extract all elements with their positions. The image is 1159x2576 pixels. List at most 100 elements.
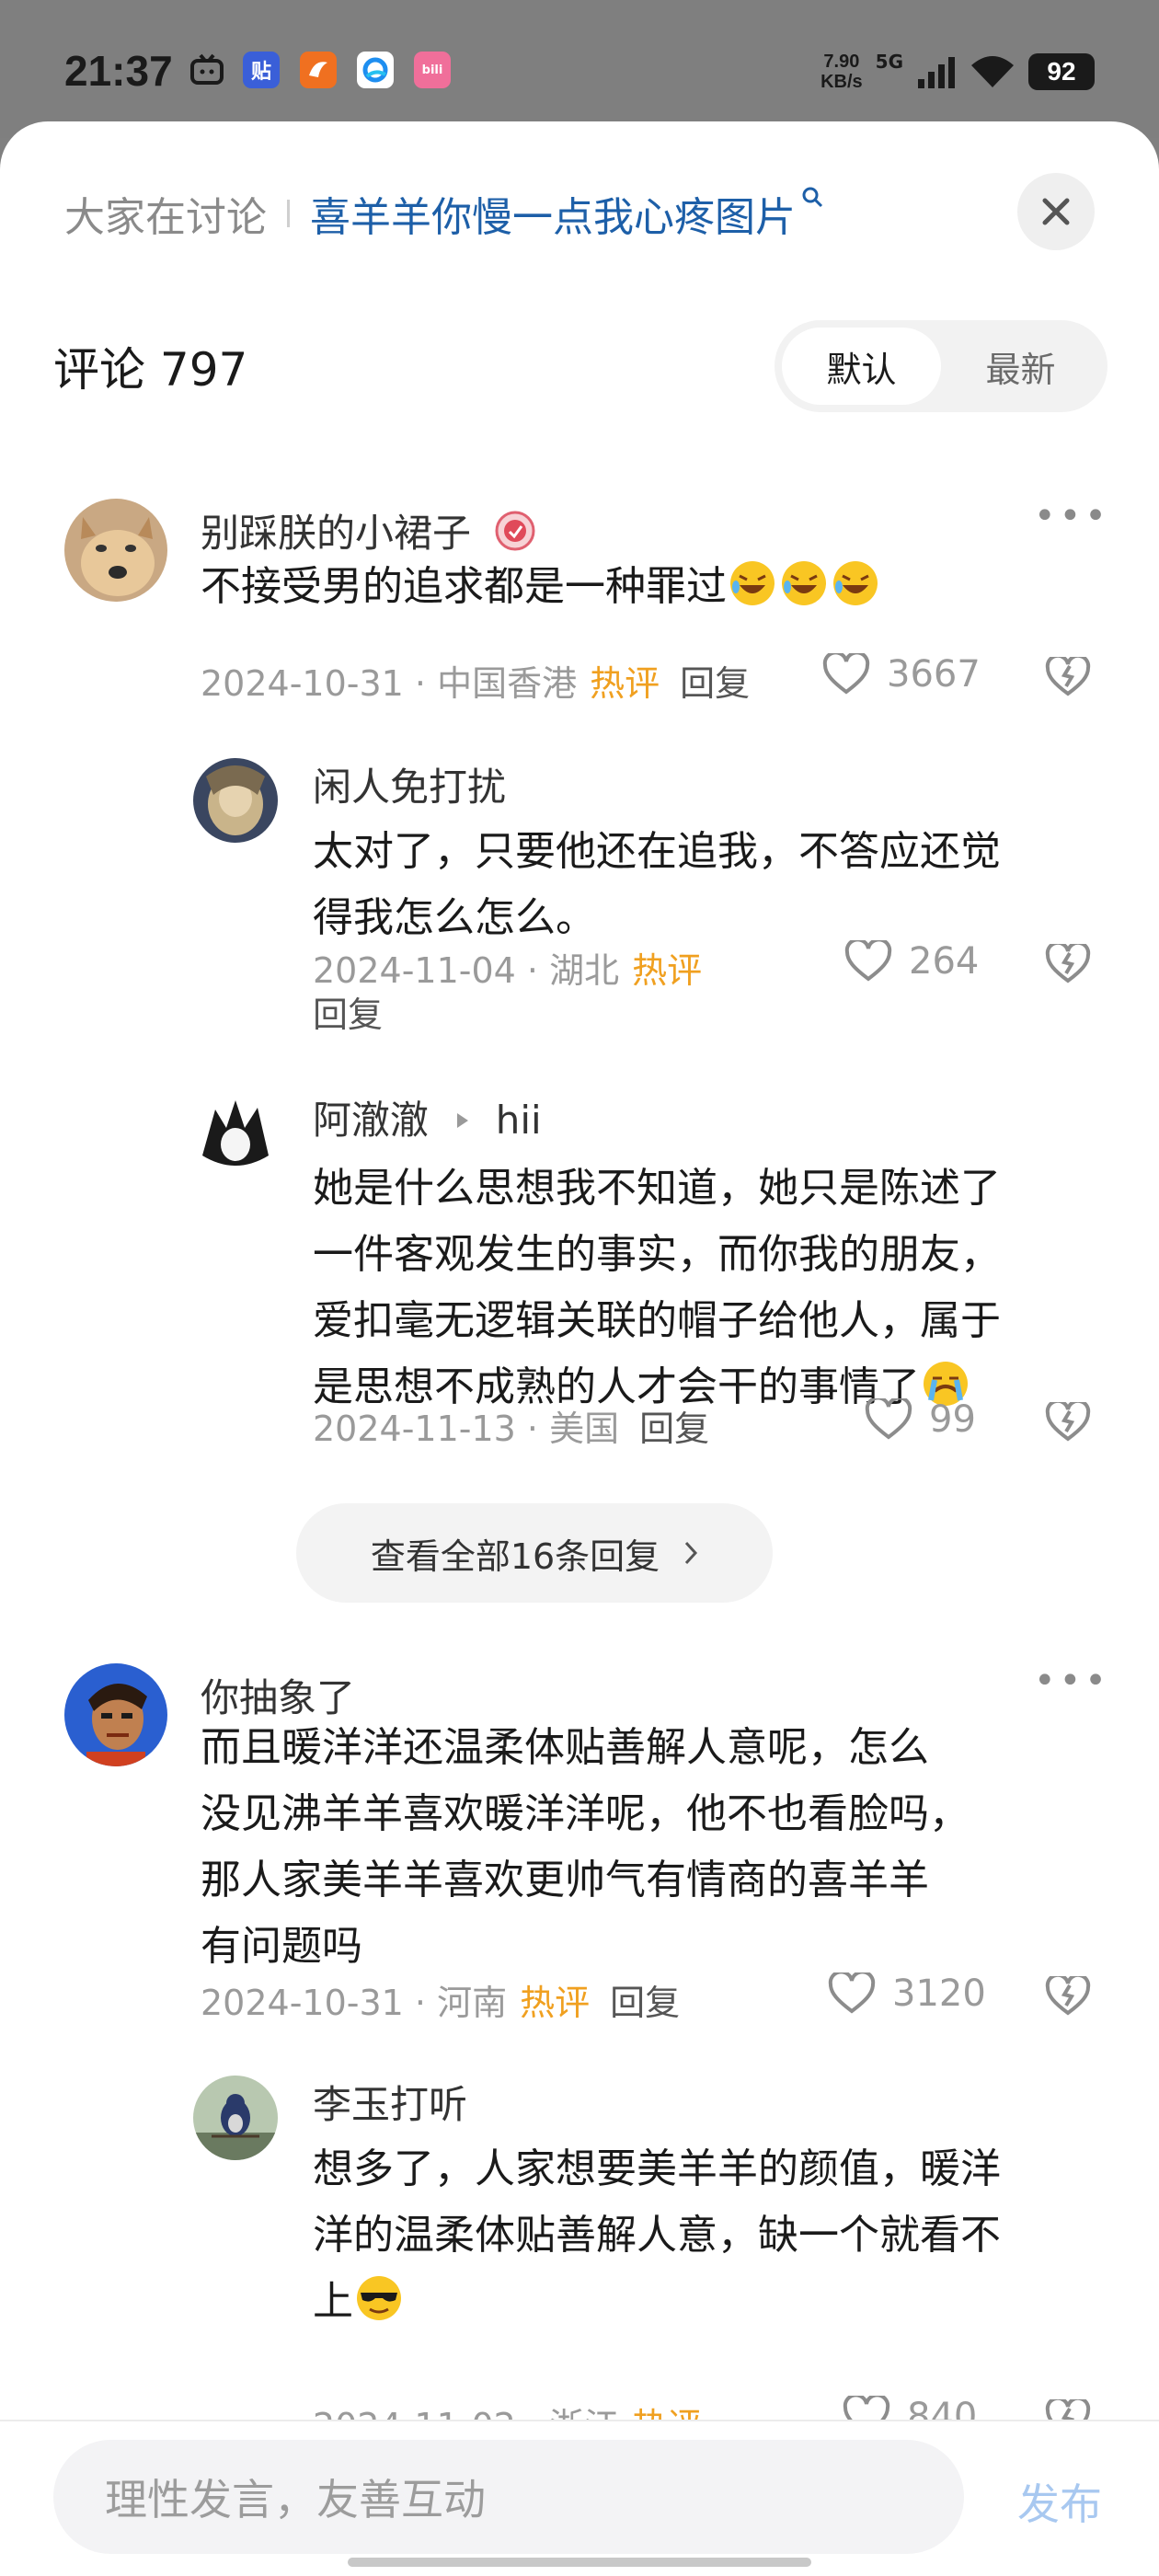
hot-badge: 热评 [520,1983,591,2023]
reply-button[interactable]: 回复 [680,663,750,704]
dislike-button[interactable] [1045,1398,1091,1446]
comment-meta: 2024-10-31 · 中国香港 热评 回复 [201,663,751,704]
comment-meta: 2024-11-04 · 湖北 热评 [313,950,703,991]
comment-text-content: 不接受男的追求都是一种罪过 [201,563,727,610]
sort-latest-tab[interactable]: 最新 [941,328,1100,405]
comment-line: 想多了，人家想要美羊羊的颜值，暖洋 [313,2145,1001,2192]
comment-line: 洋的温柔体贴善解人意，缺一个就看不 [313,2212,1001,2259]
tv-icon [188,52,226,88]
comment-date: 2024-10-31 [201,663,404,704]
status-time: 21:37 [64,47,173,95]
username[interactable]: 别踩朕的小裙子 [201,502,536,561]
comment-location: 美国 [549,1409,620,1449]
sort-default-tab[interactable]: 默认 [782,328,941,405]
dislike-button[interactable] [1045,1972,1091,2020]
comment-location: 河南 [437,1983,508,2023]
comment-text: 想多了，人家想要美羊羊的颜值，暖洋 洋的温柔体贴善解人意，缺一个就看不 上 [313,2136,1001,2335]
wifi-icon [971,56,1014,87]
comment-text: 不接受男的追求都是一种罪过 [201,554,881,620]
comment-line: 有问题吗 [201,1923,362,1970]
broken-heart-icon [1045,940,1091,983]
net-speed-unit: KB/s [820,72,863,92]
net-speed-value: 7.90 [823,52,860,72]
heart-icon [822,653,870,695]
avatar[interactable] [64,499,167,602]
topic-link[interactable]: 喜羊羊你慢一点我心疼图片 [310,184,796,243]
comments-count-title: 评论 797 [53,343,248,397]
broken-heart-icon [1045,1398,1091,1442]
laughing-emoji-icon [833,561,878,605]
like-count: 3120 [892,1972,986,2015]
publish-button[interactable]: 发布 [1017,2471,1102,2532]
status-bar: 21:37 贴 bili 7.90 KB/s 5G 92 [0,0,1159,138]
like-button[interactable]: 3667 [822,653,981,696]
like-count: 3667 [887,653,981,696]
more-options-icon[interactable]: ••• [1034,1660,1110,1702]
comment-meta: 2024-10-31 · 河南 热评 回复 [201,1983,681,2023]
reply-arrow-icon [455,1094,470,1139]
comment-input[interactable]: 理性发言，友善互动 [53,2440,964,2554]
hot-badge: 热评 [632,950,703,991]
search-icon[interactable] [801,186,823,213]
reply-button[interactable]: 回复 [313,995,383,1035]
topic-divider [287,200,290,227]
dislike-button[interactable] [1045,653,1091,701]
comment-meta: 2024-11-13 · 美国 回复 [313,1409,710,1449]
comment-line: 那人家美羊羊喜欢更帅气有情商的喜羊羊 [201,1857,929,1903]
avatar[interactable] [193,1091,278,1176]
comment-line: 没见沸羊羊喜欢暖洋洋呢，他不也看脸吗， [201,1790,970,1837]
comment-date: 2024-11-13 [313,1409,516,1449]
app-orange-icon [300,52,337,88]
battery-indicator: 92 [1028,53,1095,90]
comment-line: 而且暖洋洋还温柔体贴善解人意呢，怎么 [201,1724,929,1771]
reply-button[interactable]: 回复 [610,1983,680,2023]
comment-line-text: 上 [313,2278,353,2325]
like-count: 264 [909,940,980,983]
comment-date: 2024-11-04 [313,950,516,991]
comment-location: 湖北 [549,950,620,991]
net-speed: 7.90 KB/s [820,52,863,92]
username[interactable]: 李玉打听 [313,2074,467,2130]
view-all-replies-button[interactable]: 查看全部16条回复 [296,1503,773,1603]
chevron-right-icon [685,1541,698,1565]
signal-icon [918,57,955,88]
comment-date: 2024-10-31 [201,1983,404,2023]
heart-icon [865,1398,912,1440]
comment-line: 上 [313,2269,1001,2335]
username[interactable]: 阿澈澈 hii [313,1089,542,1145]
dislike-button[interactable] [1045,940,1091,988]
like-button[interactable]: 264 [844,940,979,983]
reply-row: 回复 [313,986,383,1037]
sort-toggle: 默认 最新 [775,320,1107,412]
comment-line: 爱扣毫无逻辑关联的帽子给他人，属于 [313,1297,1001,1344]
broken-heart-icon [1045,653,1091,696]
reply-target-user[interactable]: hii [496,1098,542,1143]
avatar[interactable] [193,2076,278,2160]
comment-location: 中国香港 [437,663,578,704]
topic-prefix: 大家在讨论 [64,194,267,241]
username-text: 阿澈澈 [313,1098,430,1143]
heart-icon [828,1972,876,2014]
laughing-emoji-icon [782,561,826,605]
qq-browser-icon [357,52,394,88]
laughing-emoji-icon [730,561,775,605]
username-text: 别踩朕的小裙子 [201,511,472,556]
broken-heart-icon [1045,1972,1091,2016]
comment-line: 一件客观发生的事实，而你我的朋友， [313,1231,1001,1278]
hot-badge: 热评 [590,663,660,704]
close-button[interactable] [1017,173,1095,250]
status-indicators: 7.90 KB/s 5G 92 [820,46,1095,98]
bilibili-icon: bili [414,52,451,88]
topic-header: 大家在讨论 喜羊羊你慢一点我心疼图片 [64,177,823,250]
comment-text: 而且暖洋洋还温柔体贴善解人意呢，怎么 没见沸羊羊喜欢暖洋洋呢，他不也看脸吗， 那… [201,1715,970,1980]
heart-icon [844,940,892,982]
avatar[interactable] [64,1663,167,1766]
username[interactable]: 闲人免打扰 [313,756,506,812]
reply-button[interactable]: 回复 [639,1409,709,1449]
avatar[interactable] [193,758,278,843]
home-indicator[interactable] [348,2558,811,2567]
like-button[interactable]: 99 [865,1398,976,1441]
close-icon [1042,198,1070,225]
like-button[interactable]: 3120 [828,1972,986,2015]
more-options-icon[interactable]: ••• [1034,495,1110,537]
